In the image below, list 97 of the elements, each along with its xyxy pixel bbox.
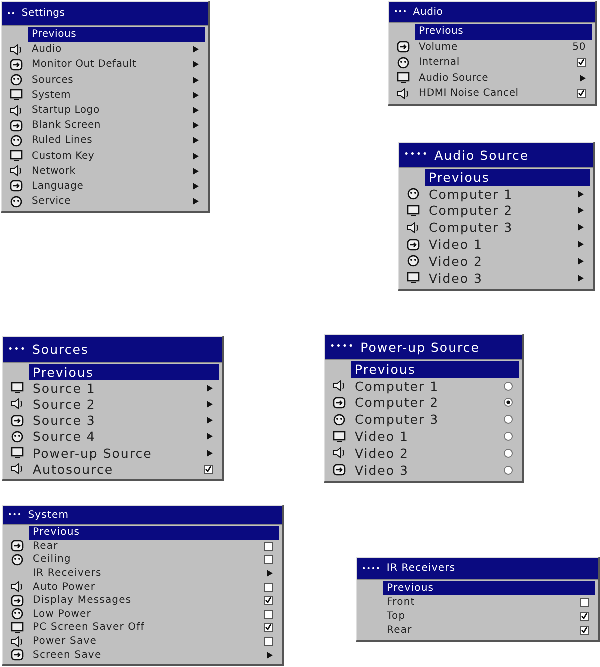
- menu-level-dots: ••••: [330, 342, 355, 352]
- menu-item[interactable]: Blank Screen: [28, 118, 205, 134]
- submenu-arrow-icon: [207, 433, 213, 440]
- menu-item[interactable]: Video 1: [425, 236, 590, 253]
- menu-title: System: [28, 510, 70, 520]
- submenu-arrow-icon: [207, 450, 213, 457]
- menu-item[interactable]: Source 1: [29, 380, 219, 396]
- menu-item[interactable]: Ruled Lines: [28, 133, 205, 148]
- menu-item[interactable]: Service: [28, 194, 205, 210]
- highlighted-menu-item[interactable]: Previous: [351, 361, 519, 378]
- menu-title: Sources: [32, 342, 89, 357]
- submenu-arrow-icon: [193, 198, 199, 206]
- radio-button[interactable]: [504, 382, 513, 391]
- highlighted-menu-item[interactable]: Previous: [383, 581, 595, 596]
- menu-title: Audio Source: [434, 148, 530, 162]
- radio-button[interactable]: [504, 448, 513, 458]
- checkbox[interactable]: [264, 555, 273, 564]
- checkbox[interactable]: [264, 596, 273, 606]
- submenu-arrow-icon: [207, 400, 213, 408]
- menu-item[interactable]: Video 2: [351, 444, 519, 462]
- submenu-arrow-icon: [578, 241, 584, 248]
- menu-item[interactable]: Audio: [28, 42, 205, 58]
- checkbox[interactable]: [264, 542, 273, 551]
- checkbox[interactable]: [577, 58, 586, 68]
- menu-title: Power-up Source: [360, 340, 480, 354]
- checkbox[interactable]: [580, 612, 589, 621]
- menu-item[interactable]: Rear: [383, 624, 595, 638]
- radio-button[interactable]: [504, 415, 513, 424]
- setting-value: 50: [572, 42, 586, 53]
- menu-item[interactable]: Autosource: [29, 461, 219, 478]
- menu-level-dots: ••••: [404, 150, 429, 160]
- menu-item[interactable]: Internal: [415, 55, 592, 70]
- menu-item[interactable]: Front: [383, 595, 595, 610]
- menu-item[interactable]: Rear: [29, 540, 279, 554]
- menu-item[interactable]: Power Save: [29, 634, 279, 648]
- submenu-arrow-icon: [578, 190, 584, 198]
- menu-item[interactable]: Computer 2: [425, 202, 590, 220]
- menu-title: IR Receivers: [386, 563, 456, 574]
- menu-item[interactable]: System: [28, 88, 205, 103]
- menu-item[interactable]: Network: [28, 164, 205, 179]
- menu-item[interactable]: Custom Key: [28, 148, 205, 164]
- highlighted-menu-item[interactable]: Previous: [415, 24, 592, 40]
- menu-item[interactable]: Source 2: [29, 396, 219, 413]
- checkbox[interactable]: [580, 598, 589, 607]
- menu-item[interactable]: Sources: [28, 72, 205, 88]
- menu-item[interactable]: Power-up Source: [29, 444, 219, 462]
- menu-item[interactable]: IR Receivers: [29, 566, 279, 580]
- menu-item[interactable]: Video 3: [425, 270, 590, 287]
- menu-level-dots: •••: [8, 344, 26, 354]
- submenu-arrow-icon: [578, 258, 584, 265]
- radio-button[interactable]: [504, 466, 513, 475]
- checkbox[interactable]: [204, 464, 213, 474]
- submenu-arrow-icon: [207, 384, 213, 392]
- menu-item[interactable]: Computer 3: [425, 219, 590, 236]
- submenu-arrow-icon: [207, 417, 213, 424]
- menu-item[interactable]: Ceiling: [29, 553, 279, 567]
- menu-item[interactable]: Computer 1: [351, 378, 519, 395]
- menu-item[interactable]: Video 1: [351, 428, 519, 445]
- menu-item[interactable]: Low Power: [29, 608, 279, 622]
- menu-item[interactable]: Startup Logo: [28, 102, 205, 118]
- menu-item[interactable]: Top: [383, 609, 595, 624]
- menu-item[interactable]: Screen Save: [29, 648, 279, 662]
- menu-item[interactable]: Video 2: [425, 252, 590, 270]
- menu-item[interactable]: Monitor Out Default: [28, 57, 205, 73]
- menu-item[interactable]: Volume 50: [415, 40, 592, 55]
- highlighted-menu-item[interactable]: Previous: [425, 169, 590, 186]
- highlighted-menu-item[interactable]: Previous: [29, 364, 219, 380]
- menu-item[interactable]: Computer 1: [425, 186, 590, 203]
- submenu-arrow-icon: [580, 74, 586, 82]
- submenu-arrow-icon: [267, 652, 273, 659]
- menu-title: Settings: [22, 8, 66, 19]
- menu-title: Audio: [413, 6, 444, 18]
- menu-item[interactable]: Source 3: [29, 412, 219, 429]
- menu-item[interactable]: Display Messages: [29, 594, 279, 608]
- submenu-arrow-icon: [578, 274, 584, 282]
- menu-item[interactable]: PC Screen Saver Off: [29, 621, 279, 635]
- menu-item[interactable]: Computer 3: [351, 411, 519, 428]
- submenu-arrow-icon: [578, 207, 584, 214]
- menu-item[interactable]: Language: [28, 178, 205, 194]
- checkbox[interactable]: [264, 610, 273, 619]
- highlighted-menu-item[interactable]: Previous: [29, 526, 279, 540]
- radio-button[interactable]: [504, 432, 513, 442]
- checkbox[interactable]: [577, 89, 586, 98]
- submenu-arrow-icon: [267, 570, 273, 578]
- highlighted-menu-item[interactable]: Previous: [28, 27, 205, 42]
- radio-button[interactable]: [504, 398, 513, 408]
- checkbox[interactable]: [264, 582, 273, 592]
- checkbox[interactable]: [580, 626, 589, 636]
- menu-item[interactable]: Audio Source: [415, 70, 592, 86]
- menu-item[interactable]: HDMI Noise Cancel: [415, 86, 592, 102]
- checkbox[interactable]: [264, 623, 273, 632]
- submenu-arrow-icon: [578, 224, 584, 232]
- menu-item[interactable]: Auto Power: [29, 580, 279, 594]
- checkbox[interactable]: [264, 637, 273, 646]
- menu-item[interactable]: Computer 2: [351, 394, 519, 412]
- menu-item[interactable]: Source 4: [29, 428, 219, 445]
- menu-item[interactable]: Video 3: [351, 462, 519, 479]
